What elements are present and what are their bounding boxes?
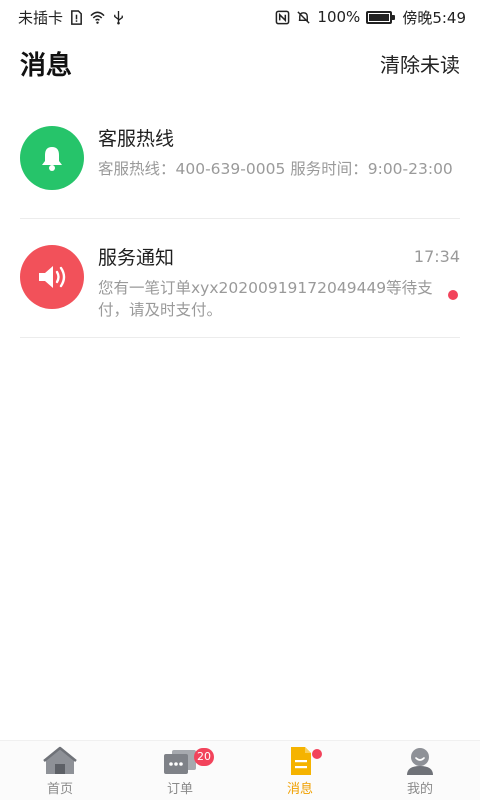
clear-unread-button[interactable]: 清除未读 bbox=[380, 49, 460, 78]
mute-bell-icon bbox=[297, 10, 311, 24]
clock-text: 傍晚5:49 bbox=[402, 8, 466, 27]
message-title: 服务通知 bbox=[98, 247, 175, 269]
speaker-icon bbox=[39, 266, 66, 288]
page-header: 消息 清除未读 bbox=[0, 34, 480, 92]
home-icon bbox=[43, 746, 77, 774]
order-count-badge: 20 bbox=[194, 748, 214, 766]
tab-label: 订单 bbox=[166, 782, 193, 797]
carrier-text: 未插卡 bbox=[18, 8, 64, 27]
message-item-service[interactable]: 服务通知 17:34 您有一笔订单xyx20200919172049449等待支… bbox=[20, 219, 460, 338]
order-icon bbox=[164, 750, 196, 774]
battery-icon bbox=[366, 10, 396, 24]
hotline-avatar bbox=[20, 126, 84, 190]
sim-alert-icon bbox=[71, 9, 82, 25]
wifi-icon bbox=[90, 11, 105, 24]
tab-profile[interactable]: 我的 bbox=[360, 741, 480, 800]
message-title: 客服热线 bbox=[98, 128, 175, 150]
tab-home[interactable]: 首页 bbox=[0, 741, 120, 800]
bell-icon bbox=[42, 147, 62, 171]
tab-label: 首页 bbox=[46, 782, 73, 797]
page-title: 消息 bbox=[20, 50, 73, 81]
unread-dot bbox=[448, 290, 458, 300]
message-preview: 客服热线：400-639-0005 服务时间：9:00-23:00 bbox=[98, 160, 453, 178]
bottom-tab-bar: 首页 订单 20 消息 我的 bbox=[0, 740, 480, 800]
status-bar-right: 100% 傍晚5:49 bbox=[275, 7, 466, 28]
tab-messages[interactable]: 消息 bbox=[240, 741, 360, 800]
usb-icon bbox=[114, 10, 123, 24]
message-item-hotline[interactable]: 客服热线 客服热线：400-639-0005 服务时间：9:00-23:00 bbox=[20, 100, 460, 219]
tab-label: 消息 bbox=[286, 782, 313, 797]
message-list: 客服热线 客服热线：400-639-0005 服务时间：9:00-23:00 服… bbox=[0, 100, 480, 338]
profile-icon bbox=[407, 748, 433, 775]
tab-unread-dot bbox=[312, 749, 322, 759]
nfc-icon bbox=[276, 10, 290, 24]
message-time: 17:34 bbox=[413, 247, 460, 266]
battery-percent: 100% bbox=[317, 8, 361, 26]
tab-label: 我的 bbox=[406, 782, 433, 797]
service-avatar bbox=[20, 245, 84, 309]
status-bar-left: 未插卡 bbox=[18, 7, 126, 28]
status-bar: 未插卡 100% 傍晚5:49 bbox=[0, 0, 480, 34]
tab-orders[interactable]: 订单 20 bbox=[120, 741, 240, 800]
message-preview: 您有一笔订单xyx20200919172049449等待支付，请及时支付。 bbox=[98, 279, 433, 319]
